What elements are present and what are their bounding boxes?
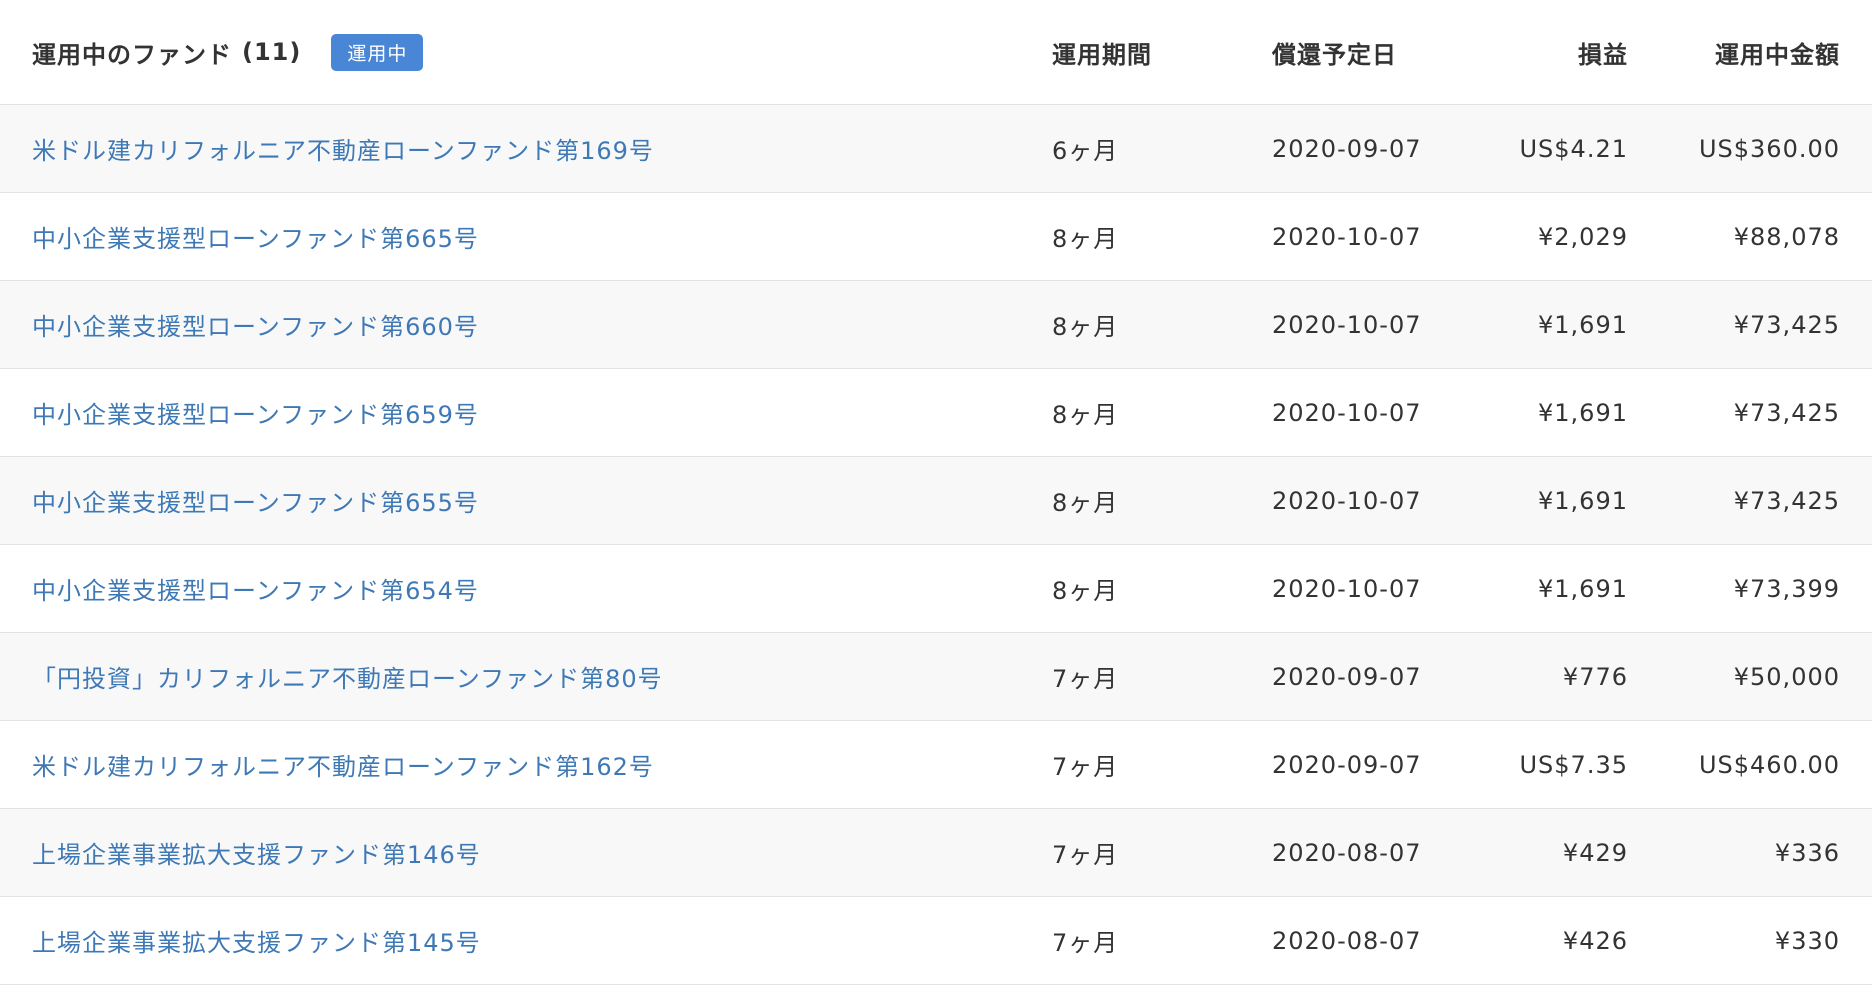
period-cell: 8ヶ月 bbox=[1020, 544, 1240, 633]
fund-name-link[interactable]: 上場企業事業拡大支援ファンド第146号 bbox=[32, 841, 481, 869]
fund-name-link[interactable]: 中小企業支援型ローンファンド第654号 bbox=[32, 577, 479, 605]
table-row: 中小企業支援型ローンファンド第655号 8ヶ月 2020-10-07 ¥1,69… bbox=[0, 456, 1872, 545]
fund-name-link[interactable]: 上場企業事業拡大支援ファンド第145号 bbox=[32, 929, 481, 957]
period-cell: 8ヶ月 bbox=[1020, 368, 1240, 457]
fund-name-cell: 中小企業支援型ローンファンド第660号 bbox=[0, 280, 1020, 369]
period-cell: 8ヶ月 bbox=[1020, 192, 1240, 281]
period-cell: 7ヶ月 bbox=[1020, 896, 1240, 985]
table-row: 中小企業支援型ローンファンド第660号 8ヶ月 2020-10-07 ¥1,69… bbox=[0, 280, 1872, 369]
period-cell: 7ヶ月 bbox=[1020, 720, 1240, 809]
column-header-profit-loss: 損益 bbox=[1450, 0, 1660, 105]
redemption-date-cell: 2020-10-07 bbox=[1240, 456, 1450, 545]
fund-name-cell: 米ドル建カリフォルニア不動産ローンファンド第162号 bbox=[0, 720, 1020, 809]
fund-name-link[interactable]: 米ドル建カリフォルニア不動産ローンファンド第169号 bbox=[32, 137, 654, 165]
redemption-date-cell: 2020-09-07 bbox=[1240, 632, 1450, 721]
amount-cell: US$460.00 bbox=[1660, 720, 1872, 809]
fund-name-link[interactable]: 中小企業支援型ローンファンド第665号 bbox=[32, 225, 479, 253]
amount-cell: ¥73,425 bbox=[1660, 368, 1872, 457]
redemption-date-cell: 2020-09-07 bbox=[1240, 720, 1450, 809]
redemption-date-cell: 2020-10-07 bbox=[1240, 192, 1450, 281]
fund-name-cell: 上場企業事業拡大支援ファンド第146号 bbox=[0, 808, 1020, 897]
table-row: 米ドル建カリフォルニア不動産ローンファンド第169号 6ヶ月 2020-09-0… bbox=[0, 104, 1872, 193]
column-header-amount: 運用中金額 bbox=[1660, 0, 1872, 105]
fund-name-link[interactable]: 中小企業支援型ローンファンド第660号 bbox=[32, 313, 479, 341]
profit-loss-cell: ¥1,691 bbox=[1450, 456, 1660, 545]
fund-name-link[interactable]: 米ドル建カリフォルニア不動産ローンファンド第162号 bbox=[32, 753, 654, 781]
fund-name-cell: 中小企業支援型ローンファンド第659号 bbox=[0, 368, 1020, 457]
profit-loss-cell: ¥1,691 bbox=[1450, 368, 1660, 457]
fund-name-link[interactable]: 「円投資」カリフォルニア不動産ローンファンド第80号 bbox=[32, 665, 663, 693]
redemption-date-cell: 2020-10-07 bbox=[1240, 280, 1450, 369]
table-body: 米ドル建カリフォルニア不動産ローンファンド第169号 6ヶ月 2020-09-0… bbox=[0, 104, 1872, 985]
amount-cell: US$360.00 bbox=[1660, 104, 1872, 193]
redemption-date-cell: 2020-09-07 bbox=[1240, 104, 1450, 193]
redemption-date-cell: 2020-08-07 bbox=[1240, 896, 1450, 985]
profit-loss-cell: US$4.21 bbox=[1450, 104, 1660, 193]
amount-cell: ¥73,399 bbox=[1660, 544, 1872, 633]
period-cell: 8ヶ月 bbox=[1020, 280, 1240, 369]
profit-loss-cell: US$7.35 bbox=[1450, 720, 1660, 809]
amount-cell: ¥50,000 bbox=[1660, 632, 1872, 721]
table-row: 中小企業支援型ローンファンド第659号 8ヶ月 2020-10-07 ¥1,69… bbox=[0, 368, 1872, 457]
profit-loss-cell: ¥1,691 bbox=[1450, 280, 1660, 369]
table-title: 運用中のファンド bbox=[32, 40, 232, 69]
table-row: 中小企業支援型ローンファンド第654号 8ヶ月 2020-10-07 ¥1,69… bbox=[0, 544, 1872, 633]
profit-loss-cell: ¥426 bbox=[1450, 896, 1660, 985]
fund-name-cell: 中小企業支援型ローンファンド第665号 bbox=[0, 192, 1020, 281]
status-badge: 運用中 bbox=[331, 33, 424, 71]
profit-loss-cell: ¥2,029 bbox=[1450, 192, 1660, 281]
amount-cell: ¥73,425 bbox=[1660, 456, 1872, 545]
amount-cell: ¥73,425 bbox=[1660, 280, 1872, 369]
profit-loss-cell: ¥429 bbox=[1450, 808, 1660, 897]
table-header-row: 運用中のファンド (11) 運用中 運用期間 償還予定日 損益 運用中金額 bbox=[0, 0, 1872, 105]
fund-name-cell: 中小企業支援型ローンファンド第654号 bbox=[0, 544, 1020, 633]
period-cell: 7ヶ月 bbox=[1020, 808, 1240, 897]
fund-name-cell: 中小企業支援型ローンファンド第655号 bbox=[0, 456, 1020, 545]
table-row: 中小企業支援型ローンファンド第665号 8ヶ月 2020-10-07 ¥2,02… bbox=[0, 192, 1872, 281]
fund-name-cell: 「円投資」カリフォルニア不動産ローンファンド第80号 bbox=[0, 632, 1020, 721]
table-title-cell: 運用中のファンド (11) 運用中 bbox=[0, 0, 1020, 105]
period-cell: 7ヶ月 bbox=[1020, 632, 1240, 721]
fund-name-link[interactable]: 中小企業支援型ローンファンド第655号 bbox=[32, 489, 479, 517]
column-header-period: 運用期間 bbox=[1020, 0, 1240, 105]
fund-name-cell: 米ドル建カリフォルニア不動産ローンファンド第169号 bbox=[0, 104, 1020, 193]
fund-name-cell: 上場企業事業拡大支援ファンド第145号 bbox=[0, 896, 1020, 985]
table-row: 上場企業事業拡大支援ファンド第146号 7ヶ月 2020-08-07 ¥429 … bbox=[0, 808, 1872, 897]
period-cell: 6ヶ月 bbox=[1020, 104, 1240, 193]
amount-cell: ¥330 bbox=[1660, 896, 1872, 985]
profit-loss-cell: ¥776 bbox=[1450, 632, 1660, 721]
fund-name-link[interactable]: 中小企業支援型ローンファンド第659号 bbox=[32, 401, 479, 429]
redemption-date-cell: 2020-10-07 bbox=[1240, 368, 1450, 457]
table-row: 「円投資」カリフォルニア不動産ローンファンド第80号 7ヶ月 2020-09-0… bbox=[0, 632, 1872, 721]
amount-cell: ¥336 bbox=[1660, 808, 1872, 897]
profit-loss-cell: ¥1,691 bbox=[1450, 544, 1660, 633]
table-row: 米ドル建カリフォルニア不動産ローンファンド第162号 7ヶ月 2020-09-0… bbox=[0, 720, 1872, 809]
period-cell: 8ヶ月 bbox=[1020, 456, 1240, 545]
redemption-date-cell: 2020-10-07 bbox=[1240, 544, 1450, 633]
redemption-date-cell: 2020-08-07 bbox=[1240, 808, 1450, 897]
column-header-redemption-date: 償還予定日 bbox=[1240, 0, 1450, 105]
active-funds-table: 運用中のファンド (11) 運用中 運用期間 償還予定日 損益 運用中金額 米ド… bbox=[0, 0, 1872, 985]
table-row: 上場企業事業拡大支援ファンド第145号 7ヶ月 2020-08-07 ¥426 … bbox=[0, 896, 1872, 985]
amount-cell: ¥88,078 bbox=[1660, 192, 1872, 281]
fund-count: (11) bbox=[242, 38, 302, 66]
